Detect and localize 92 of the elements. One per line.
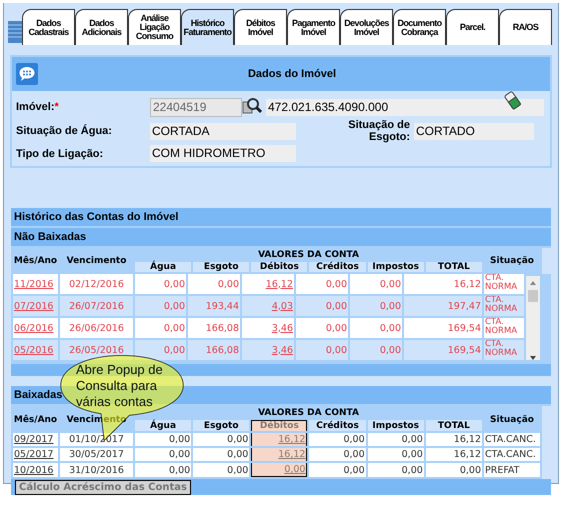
table-cell: 0,00 [350, 340, 402, 360]
field-label: Tipo de Ligação: [16, 148, 104, 160]
tab[interactable]: RA/OS [499, 9, 552, 45]
tab[interactable]: Débitos Imóvel [234, 9, 287, 45]
column-header: Débitos [251, 262, 308, 272]
account-link[interactable]: 05/2017 [14, 449, 54, 460]
account-link[interactable]: 09/2017 [14, 434, 54, 445]
table-cell: 26/06/2016 [60, 318, 133, 338]
field-label: Situação de Água: [16, 125, 113, 137]
table-cell: 0,00 [193, 433, 250, 446]
column-header: Impostos [368, 262, 424, 272]
connection-type-field: COM HIDROMETRO [150, 145, 296, 162]
tab[interactable]: Análise Ligação Consumo [128, 9, 181, 45]
table-cell: CTA. NORMA [484, 318, 524, 338]
table-cell: 30/05/2017 [60, 448, 133, 461]
table-cell: 0,00 [193, 463, 250, 477]
table-cell: CTA.CANC. [484, 433, 540, 446]
table-cell: CTA. NORMA [484, 296, 524, 316]
table-cell: 26/05/2016 [60, 340, 133, 360]
table-cell: 197,47 [404, 296, 482, 316]
table-cell: 0,00 [426, 463, 482, 477]
table-cell: 0,00 [135, 274, 186, 294]
table-cell: 0,00 [350, 318, 402, 338]
table-cell: 01/10/2017 [60, 433, 133, 446]
column-header: Esgoto [193, 262, 250, 272]
water-status-field: CORTADA [150, 122, 296, 140]
column-header: TOTAL [426, 420, 482, 431]
column-header: TOTAL [426, 262, 482, 272]
table-cell: CTA.CANC. [484, 448, 540, 461]
account-link[interactable]: 16,12 [266, 278, 293, 290]
table-cell: 0,00 [135, 433, 192, 446]
table-cell: 166,08 [188, 340, 240, 360]
table-cell: 0,00 [309, 448, 366, 461]
table-cell: 0,00 [135, 448, 192, 461]
table-cell: 16,12 [426, 433, 482, 446]
table-cell: PREFAT [484, 463, 540, 477]
tab[interactable]: Parcel. [446, 9, 499, 45]
table-cell: CTA. NORMA [484, 340, 524, 360]
account-link[interactable]: 10/2016 [14, 464, 54, 476]
tab[interactable]: Dados Adicionais [75, 9, 128, 45]
table-cell: 0,00 [296, 340, 348, 360]
section-title: Não Baixadas [11, 228, 551, 248]
table-cell: 0,00 [296, 274, 348, 294]
callout-text: Abre Popup de Consulta para várias contas [76, 362, 164, 410]
column-header: Esgoto [193, 420, 250, 431]
table-cell: 0,00 [309, 433, 366, 446]
table-cell: 0,00 [296, 318, 348, 338]
table-cell: 0,00 [368, 448, 424, 461]
column-header: Créditos [309, 420, 366, 431]
table-cell: CTA. NORMA [484, 274, 524, 294]
table-cell: 0,00 [296, 296, 348, 316]
column-header: Impostos [368, 420, 424, 431]
table-cell: 0,00 [135, 318, 186, 338]
panel-title: Dados do Imóvel [246, 68, 338, 80]
column-header: Créditos [309, 262, 366, 272]
column-header: Água [135, 262, 192, 272]
tab[interactable]: Devoluções Imóvel [340, 9, 393, 45]
table-cell: 0,00 [188, 274, 240, 294]
property-code-field[interactable]: 22404519 [150, 98, 242, 116]
table-cell: 0,00 [135, 340, 186, 360]
tab[interactable]: Documento Cobrança [393, 9, 446, 45]
account-link[interactable]: 3,46 [272, 322, 293, 334]
table-cell: 31/10/2016 [60, 463, 133, 477]
column-header: Débitos [251, 420, 308, 431]
table-cell: 193,44 [188, 296, 240, 316]
table-cell: 0,00 [309, 463, 366, 477]
field-label: Imóvel:* [16, 101, 60, 113]
table-cell: 0,00 [350, 274, 402, 294]
table-cell: 0,00 [350, 296, 402, 316]
table-cell: 0,00 [135, 296, 186, 316]
sewage-status-field: CORTADO [414, 122, 534, 140]
table-cell: 169,54 [404, 318, 482, 338]
tab[interactable]: Pagamento Imóvel [287, 9, 340, 45]
scrollbar[interactable] [526, 276, 540, 360]
tab[interactable]: Histórico Faturamento [181, 9, 234, 45]
table-cell: 166,08 [188, 318, 240, 338]
account-link[interactable]: 06/2016 [14, 322, 54, 334]
table-title: Histórico das Contas do Imóvel [11, 208, 551, 228]
table-cell: 0,00 [135, 463, 192, 477]
table-cell: 02/12/2016 [60, 274, 133, 294]
table-cell: 16,12 [404, 274, 482, 294]
table-cell: 16,12 [426, 448, 482, 461]
table-cell: 0,00 [368, 433, 424, 446]
account-link[interactable]: 11/2016 [14, 278, 54, 290]
tab[interactable]: Dados Cadastrais [22, 9, 75, 45]
table-cell: 169,54 [404, 340, 482, 360]
column-header: Água [135, 420, 192, 431]
chat-icon[interactable] [16, 63, 38, 85]
table-cell: 0,00 [368, 463, 424, 477]
table-cell: 26/07/2016 [60, 296, 133, 316]
field-label: Situação de Esgoto: [347, 119, 411, 143]
table-cell: 0,00 [193, 448, 250, 461]
